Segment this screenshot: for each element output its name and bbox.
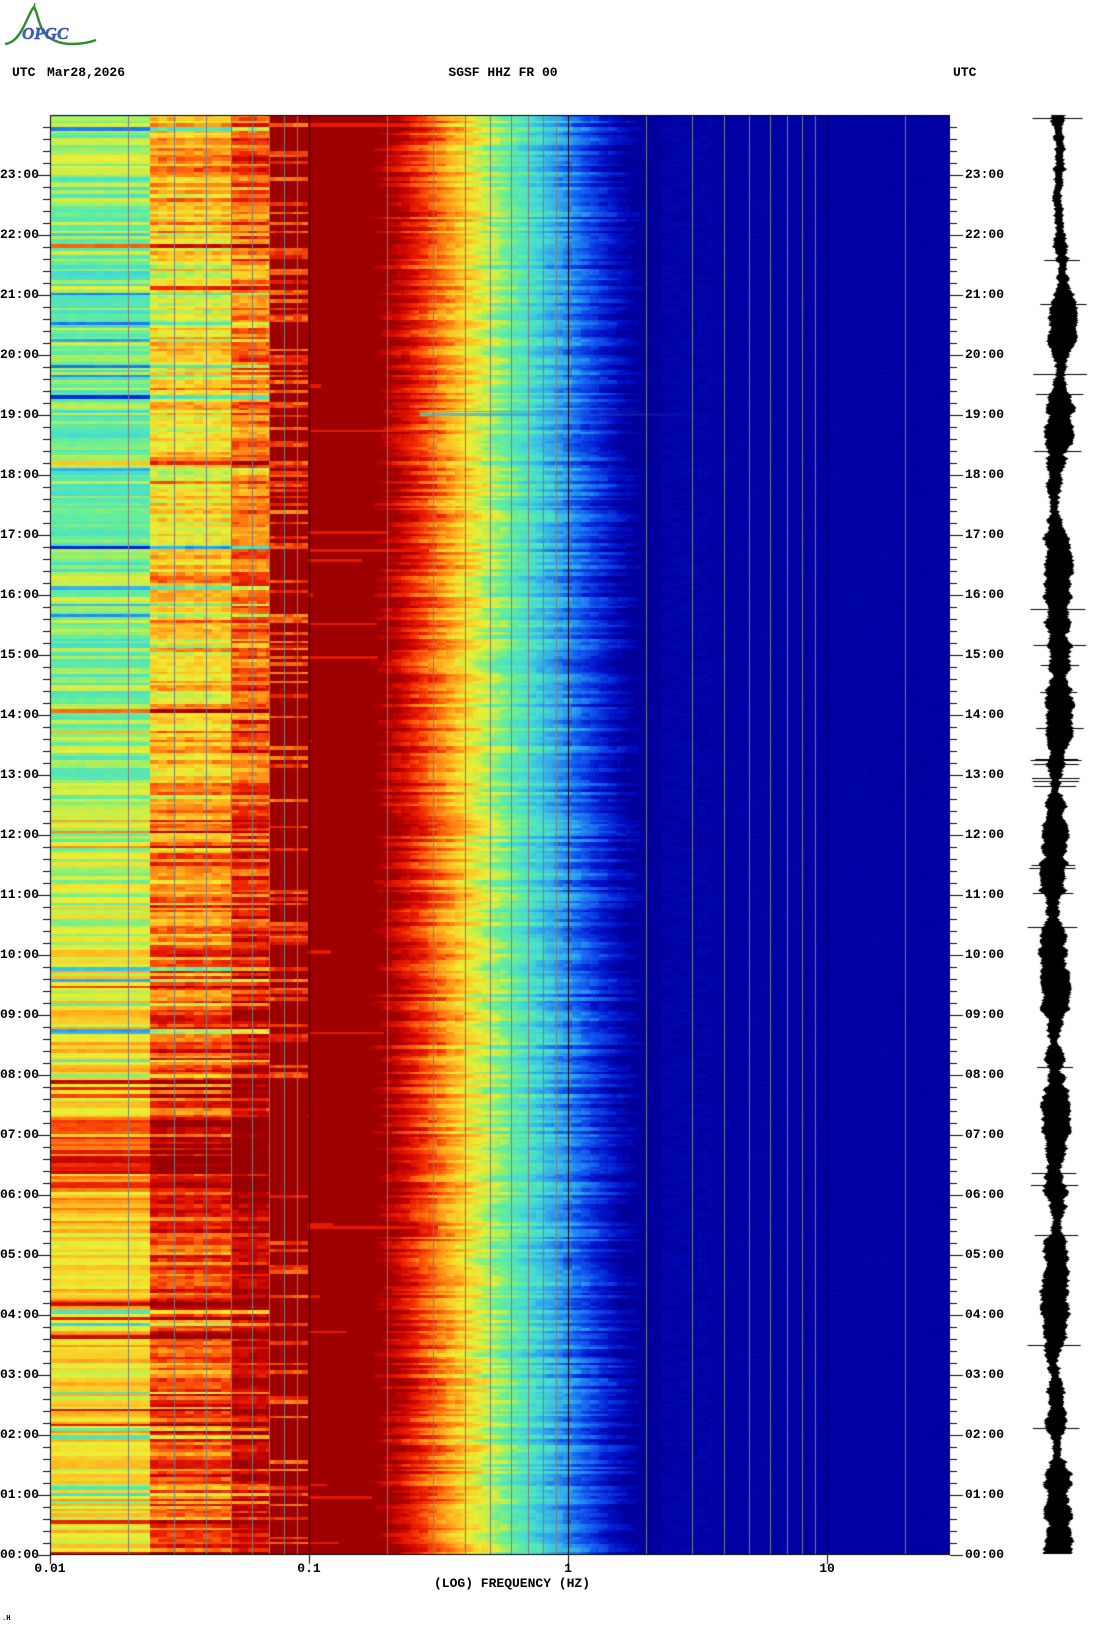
freq-tick-label: 10 (819, 1561, 835, 1576)
x-axis-title: (LOG) FREQUENCY (HZ) (433, 1576, 591, 1591)
hour-label-left: 16:00 (0, 587, 40, 602)
hour-label-left: 18:00 (0, 467, 40, 482)
hour-label-left: 23:00 (0, 167, 40, 182)
date-label: Mar28,2026 (47, 65, 126, 80)
hour-label-right: 09:00 (965, 1007, 1005, 1022)
freq-tick-label: 0.1 (297, 1561, 321, 1576)
spectrogram-plot-area (50, 115, 950, 1555)
hour-label-right: 20:00 (965, 347, 1005, 362)
hour-label-left: 15:00 (0, 647, 40, 662)
hour-label-left: 07:00 (0, 1127, 40, 1142)
hour-label-left: 12:00 (0, 827, 40, 842)
hour-label-left: 20:00 (0, 347, 40, 362)
freq-tick-label: 0.01 (34, 1561, 66, 1576)
utc-label-right: UTC (953, 65, 977, 80)
hour-label-left: 06:00 (0, 1187, 40, 1202)
hour-label-left: 19:00 (0, 407, 40, 422)
hour-label-right: 16:00 (965, 587, 1005, 602)
station-title: SGSF HHZ FR 00 (448, 65, 558, 80)
hour-label-right: 14:00 (965, 707, 1005, 722)
hour-label-left: 01:00 (0, 1487, 40, 1502)
hour-label-right: 12:00 (965, 827, 1005, 842)
hour-label-right: 05:00 (965, 1247, 1005, 1262)
hour-label-right: 15:00 (965, 647, 1005, 662)
seismogram-trace (1020, 115, 1100, 1555)
hour-label-left: 09:00 (0, 1007, 40, 1022)
hour-label-left: 13:00 (0, 767, 40, 782)
hour-label-right: 22:00 (965, 227, 1005, 242)
corner-mark: .H (2, 1615, 11, 1623)
hour-label-left: 04:00 (0, 1307, 40, 1322)
hour-label-right: 06:00 (965, 1187, 1005, 1202)
hour-label-right: 23:00 (965, 167, 1005, 182)
hour-label-right: 17:00 (965, 527, 1005, 542)
hour-label-right: 03:00 (965, 1367, 1005, 1382)
hour-label-right: 04:00 (965, 1307, 1005, 1322)
freq-tick-label: 1 (564, 1561, 572, 1576)
opgc-logo-text: OPGC (22, 24, 69, 43)
hour-label-right: 00:00 (965, 1547, 1005, 1562)
hour-label-right: 01:00 (965, 1487, 1005, 1502)
hour-label-right: 02:00 (965, 1427, 1005, 1442)
hour-label-right: 11:00 (965, 887, 1005, 902)
opgc-logo: OPGC (4, 2, 97, 46)
hour-label-right: 08:00 (965, 1067, 1005, 1082)
utc-label-left: UTC (12, 65, 36, 80)
hour-label-left: 00:00 (0, 1547, 40, 1562)
hour-label-left: 22:00 (0, 227, 40, 242)
hour-label-left: 11:00 (0, 887, 40, 902)
spectrogram-page: OPGC UTC Mar28,2026 SGSF HHZ FR 00 UTC 2… (0, 0, 1102, 1634)
hour-label-left: 08:00 (0, 1067, 40, 1082)
hour-label-left: 21:00 (0, 287, 40, 302)
hour-label-right: 18:00 (965, 467, 1005, 482)
hour-label-right: 19:00 (965, 407, 1005, 422)
hour-label-left: 10:00 (0, 947, 40, 962)
hour-label-left: 14:00 (0, 707, 40, 722)
hour-label-right: 21:00 (965, 287, 1005, 302)
hour-label-left: 02:00 (0, 1427, 40, 1442)
hour-label-right: 13:00 (965, 767, 1005, 782)
hour-label-left: 03:00 (0, 1367, 40, 1382)
hour-label-right: 07:00 (965, 1127, 1005, 1142)
hour-label-left: 17:00 (0, 527, 40, 542)
hour-label-right: 10:00 (965, 947, 1005, 962)
hour-label-left: 05:00 (0, 1247, 40, 1262)
